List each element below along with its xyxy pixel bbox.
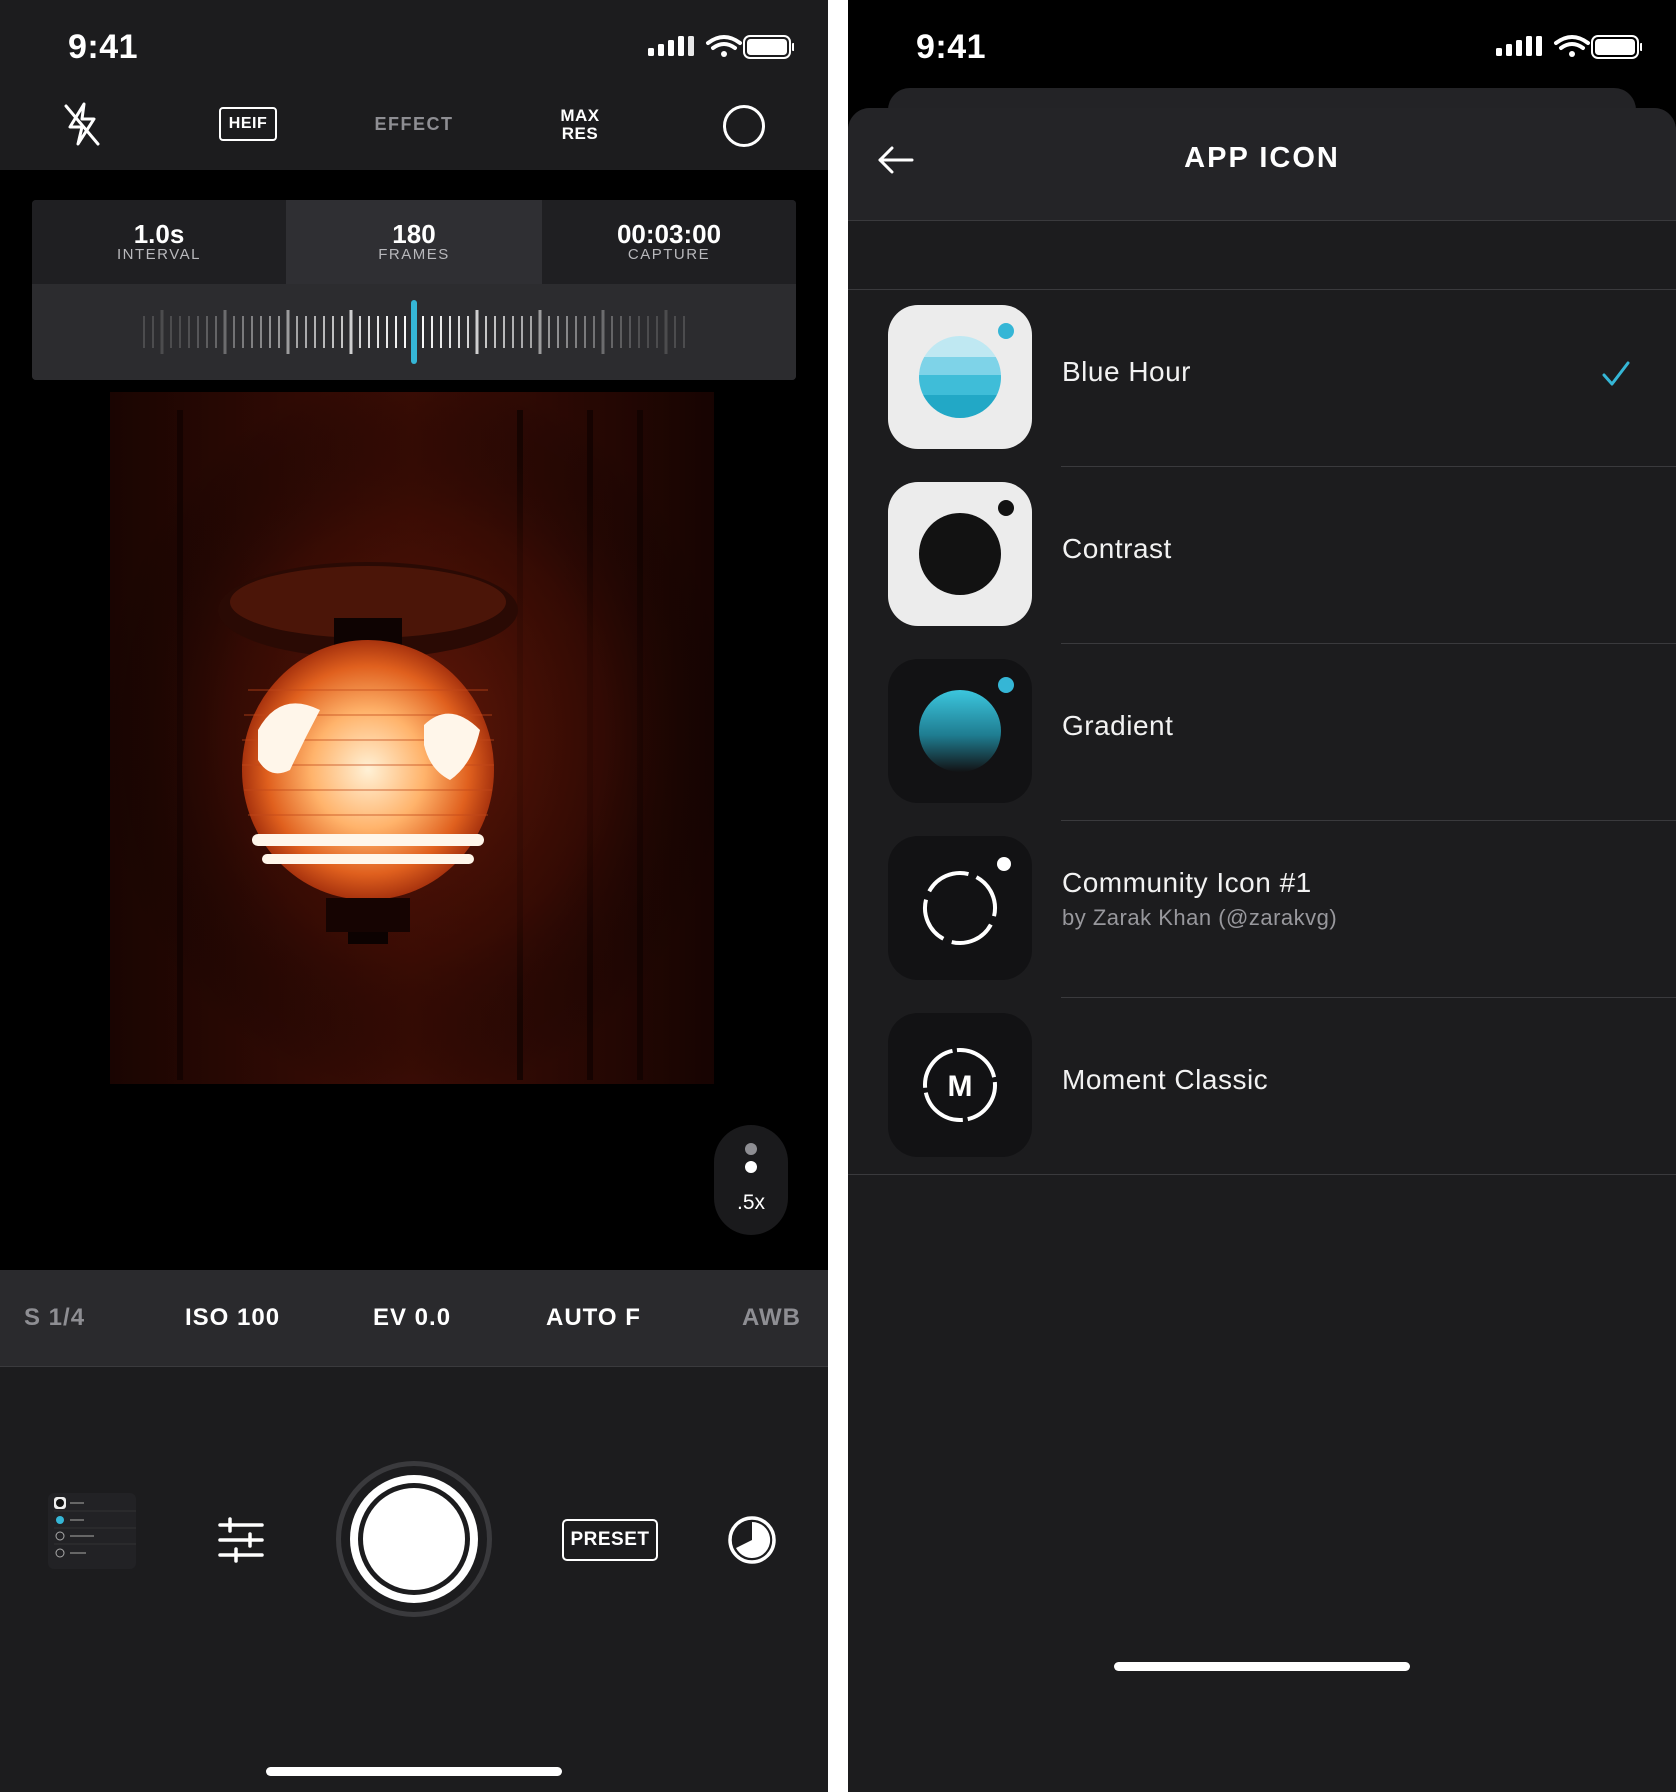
zoom-dot-2 [745, 1161, 757, 1173]
contrast-icon [888, 482, 1032, 626]
ruler-ticks [143, 300, 685, 364]
app-icon-sheet: APP ICON Blue Hour Contrast Gradient Com… [848, 108, 1676, 1792]
capture-cell[interactable]: 00:03:00 CAPTURE [542, 200, 796, 284]
frames-ruler[interactable] [32, 284, 796, 380]
app-icon-screen: 9:41 APP ICON Blue Hour Contrast Gradien… [848, 0, 1676, 1792]
manual-settings-bar: S 1/4 ISO 100 EV 0.0 AUTO F AWB [0, 1270, 828, 1367]
zoom-dot-1 [745, 1143, 757, 1155]
max-res-line2: RES [561, 124, 599, 143]
icon-name: Blue Hour [1062, 356, 1192, 387]
icon-name: Moment Classic [1062, 1064, 1269, 1095]
battery-icon [743, 35, 794, 59]
effect-button[interactable]: EFFECT [352, 100, 476, 148]
shutter-setting[interactable]: S 1/4 [24, 1270, 85, 1366]
capture-value: 00:03:00 [616, 219, 722, 249]
flash-off-button[interactable] [56, 98, 108, 150]
interval-value: 1.0s [133, 219, 185, 249]
frames-cell[interactable]: 180 FRAMES [286, 200, 542, 284]
exposure-dial-button[interactable] [726, 1514, 778, 1566]
capture-label: CAPTURE [627, 246, 711, 263]
max-res-line1: MAX [560, 106, 600, 125]
status-time: 9:41 [68, 28, 139, 66]
capture-controls: PRESET [0, 1367, 828, 1792]
icon-option-moment-classic[interactable]: M Moment Classic [848, 998, 1676, 1175]
wifi-icon [706, 35, 742, 57]
preset-button[interactable]: PRESET [562, 1519, 658, 1561]
flash-off-icon [64, 102, 100, 146]
moment-letter: M [948, 1070, 973, 1103]
adjustments-button[interactable] [216, 1517, 266, 1563]
white-balance-setting[interactable]: AWB [742, 1270, 801, 1366]
status-time: 9:41 [916, 28, 987, 66]
icon-option-community-1[interactable]: Community Icon #1 by Zarak Khan (@zarakv… [848, 821, 1676, 998]
zoom-label: .5x [736, 1191, 765, 1214]
interval-cell[interactable]: 1.0s INTERVAL [32, 200, 286, 284]
max-res-button[interactable]: MAX RES [540, 102, 620, 148]
icon-option-blue-hour[interactable]: Blue Hour [848, 290, 1676, 467]
home-indicator [266, 1767, 562, 1776]
focus-setting[interactable]: AUTO F [546, 1270, 641, 1366]
status-icons [1496, 35, 1642, 59]
icon-option-gradient[interactable]: Gradient [848, 644, 1676, 821]
page-title: APP ICON [1184, 142, 1340, 174]
community-icon [888, 836, 1032, 980]
lens-circle-icon [723, 105, 765, 147]
ruler-indicator [411, 300, 417, 364]
gradient-icon [888, 659, 1032, 803]
thumbnail-preview [54, 1497, 136, 1558]
moment-classic-icon: M [888, 1013, 1032, 1157]
signal-icon [648, 36, 694, 56]
icon-list: Blue Hour Contrast Gradient Community Ic… [848, 290, 1676, 1175]
ev-setting[interactable]: EV 0.0 [373, 1270, 451, 1366]
icon-option-contrast[interactable]: Contrast [848, 467, 1676, 644]
home-indicator [1114, 1662, 1410, 1671]
status-icons [648, 35, 794, 59]
last-photo-thumbnail[interactable] [48, 1493, 136, 1569]
camera-screen: 9:41 HEIF EFFECT MAX RES 1.0s INTERVAL 1… [0, 0, 828, 1792]
heif-badge: HEIF [218, 107, 278, 141]
icon-name: Gradient [1062, 710, 1174, 741]
zoom-control[interactable]: .5x [714, 1125, 788, 1235]
checkmark-icon [1602, 361, 1630, 386]
effect-label: EFFECT [374, 113, 454, 134]
sliders-icon [218, 1517, 264, 1563]
frames-label: FRAMES [378, 246, 450, 263]
section-spacer [848, 221, 1676, 290]
icon-author: by Zarak Khan (@zarakvg) [1062, 905, 1338, 930]
blue-hour-icon [888, 305, 1032, 449]
battery-icon [1591, 35, 1642, 59]
interval-label: INTERVAL [117, 246, 201, 263]
signal-icon [1496, 36, 1542, 56]
heif-format-button[interactable]: HEIF [212, 100, 284, 148]
sheet-header: APP ICON [848, 108, 1676, 221]
iso-setting[interactable]: ISO 100 [185, 1270, 280, 1366]
exposure-dial-icon [728, 1516, 776, 1564]
frames-value: 180 [392, 219, 436, 249]
icon-name: Community Icon #1 [1062, 867, 1312, 898]
icon-name: Contrast [1062, 533, 1172, 564]
row-divider [848, 1174, 1676, 1175]
shutter-inner [363, 1488, 465, 1590]
shutter-button[interactable] [336, 1461, 492, 1617]
timelapse-panel: 1.0s INTERVAL 180 FRAMES 00:03:00 CAPTUR… [32, 200, 796, 380]
wifi-icon [1554, 35, 1590, 57]
lens-button[interactable] [720, 102, 768, 150]
